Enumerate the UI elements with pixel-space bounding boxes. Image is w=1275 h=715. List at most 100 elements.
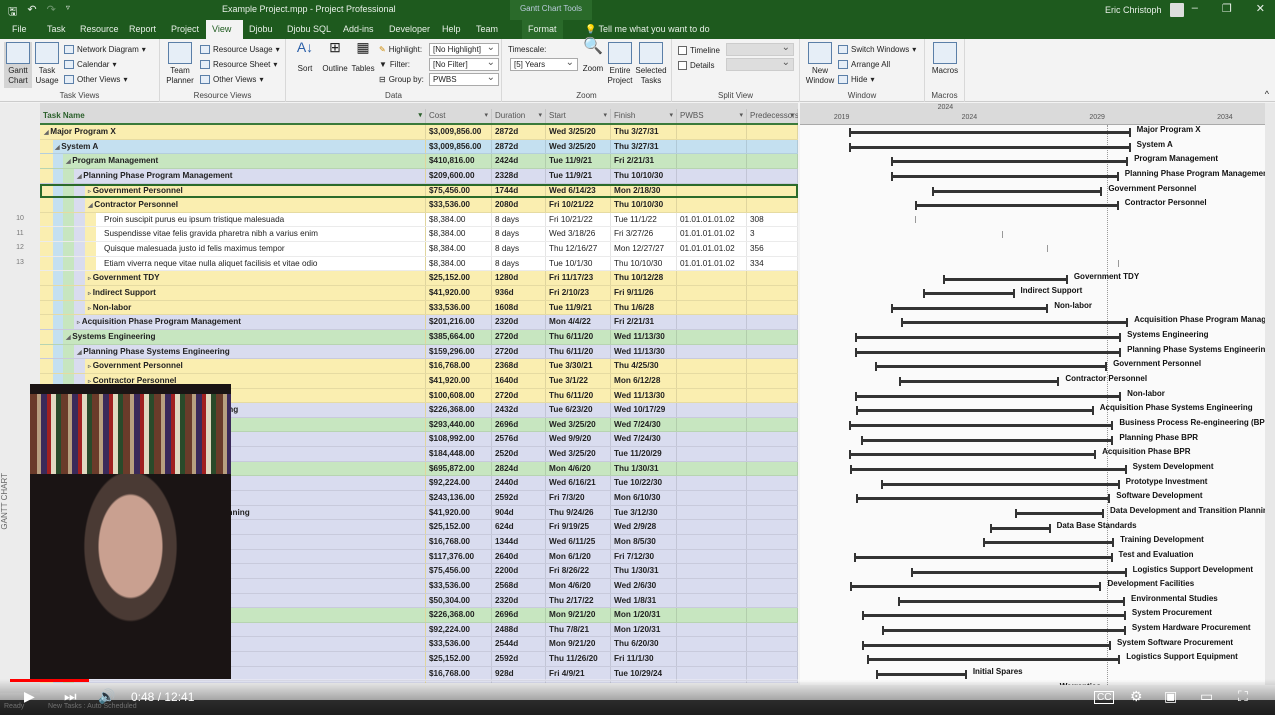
network-diagram-button[interactable]: Network Diagram ▾ [64, 42, 146, 56]
cell-pwbs[interactable] [677, 417, 747, 432]
cell-pwbs[interactable] [677, 593, 747, 608]
cell-pwbs[interactable] [677, 300, 747, 315]
gantt-summary-bar[interactable] [915, 201, 1119, 211]
cell-pwbs[interactable] [677, 125, 747, 139]
cell-pwbs[interactable]: 01.01.01.01.02 [677, 242, 747, 256]
cell-predecessors[interactable] [747, 652, 798, 666]
cell-predecessors[interactable] [747, 125, 798, 139]
tab-format[interactable]: Format [522, 20, 563, 39]
gantt-summary-bar[interactable] [866, 655, 1121, 665]
cell-predecessors[interactable] [747, 198, 798, 212]
task-name-cell[interactable]: ◢ Systems Engineering [40, 329, 426, 344]
cell-predecessors[interactable] [747, 520, 798, 534]
cell-pwbs[interactable] [677, 491, 747, 505]
cell-cost[interactable]: $41,920.00 [426, 286, 492, 300]
sort-button[interactable]: A↓ Sort [294, 40, 316, 74]
cell-predecessors[interactable] [747, 637, 798, 652]
cell-pwbs[interactable] [677, 359, 747, 373]
column-filter-icon[interactable]: ▾ [484, 109, 488, 123]
cell-finish[interactable]: Mon 2/18/30 [611, 183, 677, 198]
cell-pwbs[interactable] [677, 315, 747, 329]
cell-cost[interactable]: $25,152.00 [426, 652, 492, 666]
gantt-summary-bar[interactable] [901, 318, 1129, 328]
resource-other-views-button[interactable]: Other Views ▾ [200, 72, 263, 86]
gantt-summary-bar[interactable] [898, 377, 1060, 387]
cell-pwbs[interactable] [677, 520, 747, 534]
groupby-select[interactable]: PWBS [429, 72, 499, 86]
cell-duration[interactable]: 8 days [492, 227, 546, 242]
cell-predecessors[interactable] [747, 534, 798, 549]
table-row[interactable]: ▹ Government Personnel $75,456.00 1744d Wed… [40, 183, 798, 199]
cell-cost[interactable]: $209,600.00 [426, 168, 492, 183]
gantt-summary-bar[interactable] [854, 347, 1122, 357]
cell-duration[interactable]: 2080d [492, 198, 546, 212]
cell-duration[interactable]: 2320d [492, 315, 546, 329]
cell-start[interactable]: Wed 3/25/20 [546, 139, 611, 154]
cell-cost[interactable]: $16,768.00 [426, 534, 492, 549]
fullscreen-icon[interactable]: ⛶ [1238, 688, 1248, 705]
cell-cost[interactable]: $108,992.00 [426, 432, 492, 447]
cell-duration[interactable]: 2696d [492, 417, 546, 432]
cell-duration[interactable]: 2872d [492, 125, 546, 139]
hide-button[interactable]: Hide ▾ [838, 72, 874, 86]
cell-cost[interactable]: $226,368.00 [426, 608, 492, 622]
task-name-cell[interactable]: Suspendisse vitae felis gravida pharetra… [40, 227, 426, 242]
cell-pwbs[interactable] [677, 476, 747, 491]
zoom-button[interactable]: 🔍 Zoom [580, 39, 606, 74]
cell-finish[interactable]: Wed 11/13/30 [611, 329, 677, 344]
gantt-summary-bar[interactable] [855, 406, 1094, 416]
cell-predecessors[interactable] [747, 403, 798, 417]
cell-start[interactable]: Fri 7/3/20 [546, 491, 611, 505]
tab-djobu[interactable]: Djobu [243, 20, 279, 39]
cell-predecessors[interactable] [747, 286, 798, 300]
gantt-summary-bar[interactable] [856, 494, 1111, 504]
cell-cost[interactable]: $75,456.00 [426, 564, 492, 578]
cell-cost[interactable]: $75,456.00 [426, 183, 492, 198]
cell-cost[interactable]: $201,216.00 [426, 315, 492, 329]
cell-pwbs[interactable] [677, 286, 747, 300]
cell-duration[interactable]: 2592d [492, 491, 546, 505]
cell-cost[interactable]: $33,536.00 [426, 637, 492, 652]
cell-pwbs[interactable] [677, 154, 747, 168]
cell-finish[interactable]: Tue 11/20/29 [611, 447, 677, 461]
gantt-summary-bar[interactable] [897, 596, 1126, 606]
cell-duration[interactable]: 2320d [492, 593, 546, 608]
gantt-chart-button[interactable]: Gantt Chart [4, 42, 32, 88]
cell-cost[interactable]: $293,440.00 [426, 417, 492, 432]
cell-predecessors[interactable]: 334 [747, 256, 798, 271]
cell-cost[interactable]: $410,816.00 [426, 154, 492, 168]
cell-predecessors[interactable] [747, 549, 798, 564]
table-row[interactable]: ▹ Acquisition Phase Program Management $2… [40, 315, 798, 330]
cell-pwbs[interactable] [677, 139, 747, 154]
cell-cost[interactable]: $385,664.00 [426, 329, 492, 344]
task-name-cell[interactable]: ▹ Government Personnel [40, 359, 426, 373]
cell-finish[interactable]: Wed 11/13/30 [611, 344, 677, 359]
cell-finish[interactable]: Mon 1/20/31 [611, 608, 677, 622]
column-header-start[interactable]: Start ▾ [546, 109, 611, 123]
cell-finish[interactable]: Wed 10/17/29 [611, 403, 677, 417]
cell-start[interactable]: Wed 3/25/20 [546, 447, 611, 461]
resource-usage-button[interactable]: Resource Usage ▾ [200, 42, 280, 56]
cell-pwbs[interactable] [677, 637, 747, 652]
gantt-summary-bar[interactable] [890, 157, 1129, 167]
task-name-cell[interactable]: ▹ Acquisition Phase Program Management [40, 315, 426, 329]
cell-cost[interactable]: $8,384.00 [426, 242, 492, 256]
cell-predecessors[interactable] [747, 432, 798, 447]
cell-start[interactable]: Tue 3/1/22 [546, 373, 611, 388]
table-row[interactable]: ◢ Planning Phase Program Management $209,… [40, 168, 798, 184]
cell-pwbs[interactable] [677, 183, 747, 198]
table-row[interactable]: ▹ Government Personnel $16,768.00 2368d Tue… [40, 359, 798, 374]
cell-finish[interactable]: Thu 10/10/30 [611, 256, 677, 271]
cell-duration[interactable]: 2720d [492, 329, 546, 344]
cell-start[interactable]: Mon 6/1/20 [546, 549, 611, 564]
outline-button[interactable]: ⊞ Outline [320, 40, 350, 74]
cell-duration[interactable]: 2824d [492, 461, 546, 476]
column-header-duration[interactable]: Duration ▾ [492, 109, 546, 123]
task-name-cell[interactable]: ▹ Indirect Support [40, 286, 426, 300]
cell-duration[interactable]: 2520d [492, 447, 546, 461]
selected-tasks-button[interactable]: Selected Tasks [634, 42, 668, 86]
tab-file[interactable]: File [6, 20, 33, 39]
gantt-summary-bar[interactable] [890, 303, 1049, 313]
cell-start[interactable]: Thu 6/11/20 [546, 344, 611, 359]
cell-start[interactable]: Tue 10/1/30 [546, 256, 611, 271]
